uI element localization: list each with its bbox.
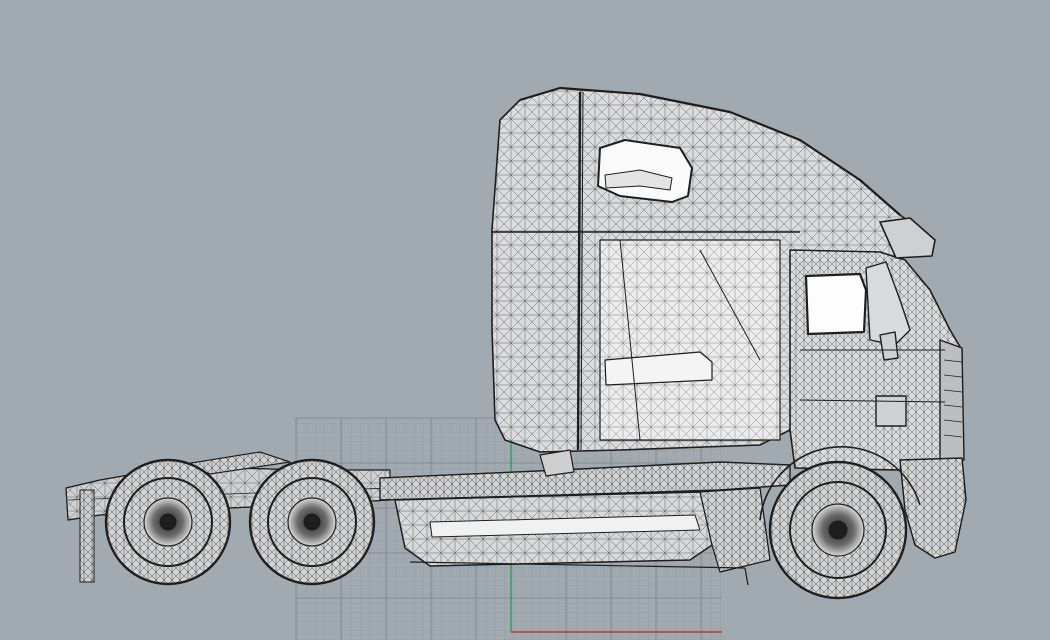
front-cab [789, 217, 965, 471]
truck-model[interactable] [65, 86, 967, 600]
viewport-canvas[interactable] [0, 0, 1050, 640]
rear-wheel-1 [104, 458, 232, 586]
front-bumper [899, 457, 967, 559]
viewport-right[interactable] [0, 0, 1050, 640]
rear-wheel-2 [248, 458, 376, 586]
cab-door-window [804, 272, 868, 336]
grille [939, 339, 965, 461]
headlight [875, 395, 907, 427]
side-mirror [879, 331, 899, 361]
